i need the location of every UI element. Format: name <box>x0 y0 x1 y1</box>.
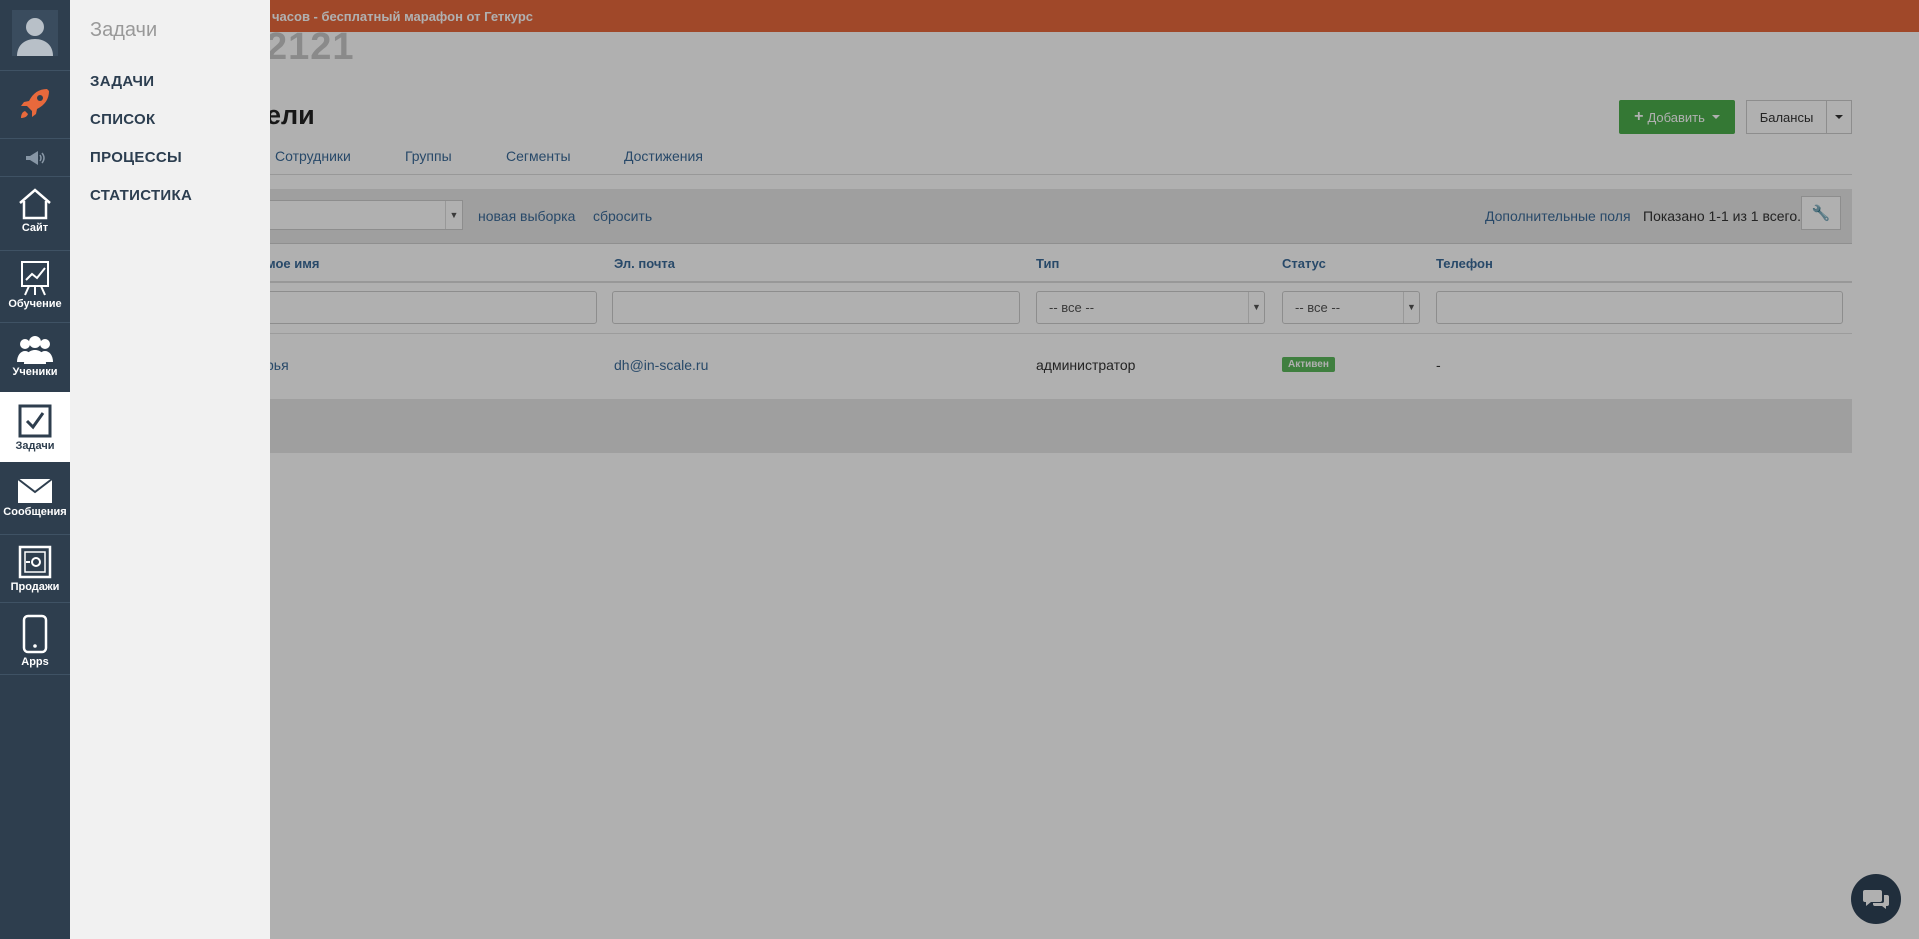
megaphone-icon <box>26 151 45 165</box>
submenu-item-tasks[interactable]: ЗАДАЧИ <box>90 73 154 90</box>
sidebar-item-label: Продажи <box>10 581 60 593</box>
sidebar-item-site[interactable]: Сайт <box>0 188 70 234</box>
tasks-submenu: Задачи ЗАДАЧИ СПИСОК ПРОЦЕССЫ СТАТИСТИКА <box>70 0 270 939</box>
chart-icon <box>21 261 49 296</box>
sidebar-item-sales[interactable]: Продажи <box>0 545 70 593</box>
sidebar-item-label: Сообщения <box>3 506 67 518</box>
sidebar-item-label: Apps <box>21 656 49 668</box>
sidebar-item-label: Сайт <box>21 222 49 234</box>
sidebar-item-learning[interactable]: Обучение <box>0 260 70 310</box>
sidebar-item-tasks[interactable]: Задачи <box>0 404 70 452</box>
sidebar-item-label: Задачи <box>15 440 55 452</box>
notifications-button[interactable] <box>0 150 70 166</box>
sidebar-item-label: Ученики <box>12 366 58 378</box>
submenu-title: Задачи <box>90 19 158 41</box>
envelope-icon <box>17 478 53 503</box>
submenu-item-list[interactable]: СПИСОК <box>90 111 155 128</box>
sidebar-item-messages[interactable]: Сообщения <box>0 478 70 518</box>
safe-icon <box>18 545 52 579</box>
home-icon <box>19 188 51 220</box>
phone-icon <box>22 614 48 654</box>
rocket-launch-button[interactable] <box>0 86 70 122</box>
users-icon <box>17 336 53 364</box>
submenu-item-statistics[interactable]: СТАТИСТИКА <box>90 187 192 204</box>
sidebar-item-label: Обучение <box>8 298 62 310</box>
profile-avatar[interactable] <box>0 10 70 56</box>
rocket-icon <box>21 89 49 118</box>
submenu-item-processes[interactable]: ПРОЦЕССЫ <box>90 149 182 166</box>
avatar-icon <box>12 10 58 56</box>
checkbox-icon <box>18 404 52 438</box>
sidebar-item-students[interactable]: Ученики <box>0 334 70 378</box>
left-sidebar: Сайт Обучение Ученики Задачи Сообщения П… <box>0 0 70 939</box>
modal-overlay[interactable] <box>0 0 1919 939</box>
sidebar-item-apps[interactable]: Apps <box>0 614 70 668</box>
